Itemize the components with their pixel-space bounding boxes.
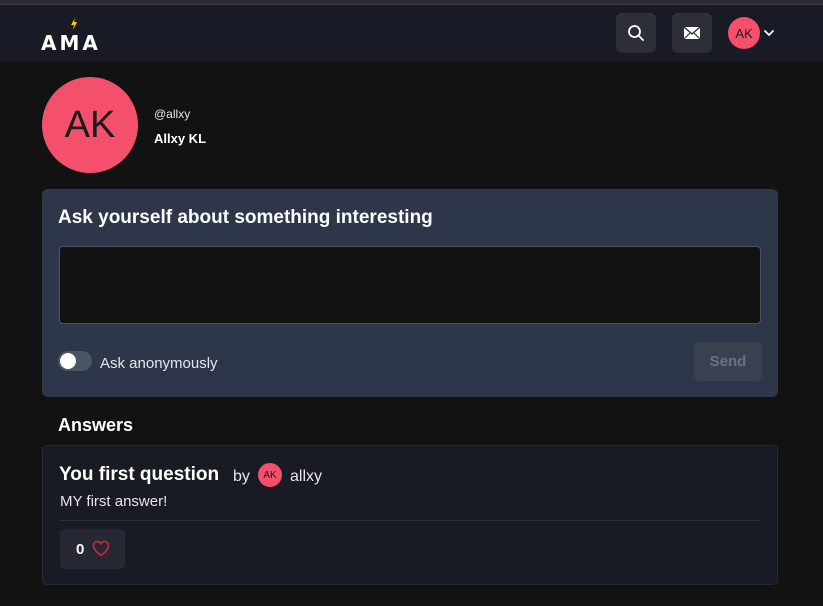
toggle-knob — [60, 353, 76, 369]
answer-text: MY first answer! — [60, 493, 168, 510]
chevron-down-icon[interactable] — [764, 29, 774, 37]
logo-text: AMA — [41, 31, 101, 55]
heart-icon — [92, 540, 110, 557]
ask-question-card: Ask yourself about something interesting… — [42, 189, 778, 397]
answer-card: You first question by AK allxy MY first … — [42, 445, 778, 585]
like-count: 0 — [76, 541, 85, 558]
ask-title: Ask yourself about something interesting — [58, 207, 433, 228]
profile-avatar: AK — [42, 77, 138, 173]
question-by-label: by — [233, 468, 250, 485]
profile-handle: @allxy — [154, 107, 191, 121]
mail-icon — [683, 26, 701, 40]
question-title[interactable]: You first question — [59, 464, 219, 486]
profile-name: Allxy KL — [154, 131, 207, 146]
bolt-icon — [71, 18, 77, 30]
messages-button[interactable] — [672, 13, 712, 53]
author-username[interactable]: allxy — [290, 468, 322, 486]
navbar: AMA AK — [0, 5, 823, 61]
search-button[interactable] — [616, 13, 656, 53]
author-avatar[interactable]: AK — [258, 463, 282, 487]
user-menu-avatar[interactable]: AK — [728, 17, 760, 49]
logo[interactable]: AMA — [41, 18, 111, 55]
ask-anonymously-label[interactable]: Ask anonymously — [100, 355, 218, 372]
search-icon — [628, 25, 644, 41]
divider — [60, 520, 760, 521]
send-button[interactable]: Send — [694, 342, 762, 381]
question-textarea[interactable] — [59, 246, 761, 324]
ask-anonymously-toggle[interactable] — [58, 351, 92, 371]
answers-heading: Answers — [58, 415, 134, 435]
like-button[interactable]: 0 — [60, 529, 125, 569]
